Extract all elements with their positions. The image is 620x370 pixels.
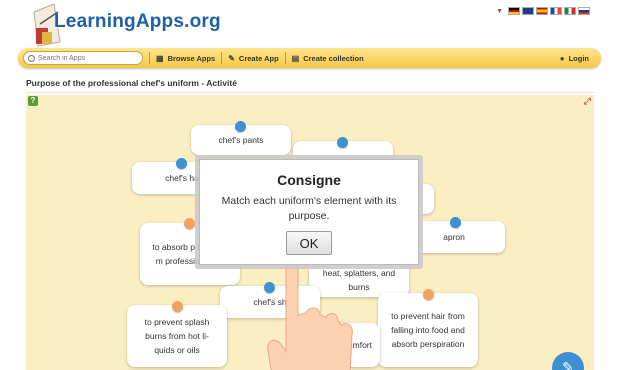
card-hair[interactable]: to prevent hair from falling into food a… (378, 293, 478, 367)
logo-text: LearningApps.org (54, 11, 221, 32)
connector-dot[interactable] (423, 289, 434, 300)
dialog-title: Consigne (277, 172, 341, 188)
search-box[interactable] (23, 51, 143, 65)
dialog-text: Match each uniform's element with its pu… (221, 195, 397, 222)
flag-fr-icon[interactable] (550, 7, 562, 15)
flag-ru-icon[interactable] (578, 7, 590, 15)
connector-dot[interactable] (172, 301, 183, 312)
search-icon (28, 54, 35, 62)
instruction-dialog: Consigne Match each uniform's element wi… (199, 159, 419, 265)
pencil-icon: ✎ (228, 53, 235, 63)
card-label: chef's pants (218, 135, 264, 145)
flag-en-icon[interactable] (522, 7, 534, 15)
search-input[interactable] (38, 54, 138, 62)
connector-dot[interactable] (450, 217, 461, 228)
flag-de-icon[interactable] (508, 7, 520, 15)
create-collection-label: Create collection (303, 53, 364, 63)
card-label: apron (443, 232, 465, 242)
connector-dot[interactable] (235, 121, 246, 132)
create-app-button[interactable]: ✎ Create App (228, 54, 278, 63)
dialog-overlay: Consigne Match each uniform's element wi… (195, 155, 423, 269)
card-splash[interactable]: to prevent splash burns from hot li-quid… (127, 305, 227, 367)
card-label: to prevent hair from falling into food a… (391, 311, 465, 349)
create-app-label: Create App (238, 53, 279, 63)
collection-icon: ▤ (291, 53, 300, 63)
card-label: chef's ha (165, 173, 199, 183)
learningapps-page: LearningApps.org ▼ ▦ Browse Apps ✎ Creat… (0, 0, 620, 370)
site-logo[interactable]: LearningApps.org (28, 0, 228, 50)
ok-button[interactable]: OK (286, 231, 332, 255)
login-button[interactable]: ● Login (560, 54, 589, 63)
page-title: Purpose of the professional chef's unifo… (26, 78, 237, 88)
browse-apps-label: Browse Apps (167, 53, 216, 63)
help-icon[interactable]: ? (28, 96, 38, 106)
grid-icon: ▦ (156, 53, 164, 63)
flag-es-icon[interactable] (536, 7, 548, 15)
user-icon: ● (559, 53, 565, 63)
connector-dot[interactable] (176, 158, 187, 169)
card-label: to prevent splash burns from hot li-quid… (144, 317, 210, 355)
flag-it-icon[interactable] (564, 7, 576, 15)
title-divider (26, 92, 594, 93)
create-collection-button[interactable]: ▤ Create collection (292, 54, 364, 63)
connector-dot[interactable] (184, 218, 195, 229)
language-selector[interactable]: ▼ (496, 7, 590, 15)
pointing-hand-icon (267, 260, 353, 370)
login-label: Login (568, 53, 589, 63)
dropdown-arrow-icon[interactable]: ▼ (496, 8, 503, 15)
toolbar-divider (284, 52, 286, 64)
connector-dot[interactable] (337, 137, 348, 148)
main-toolbar: ▦ Browse Apps ✎ Create App ▤ Create coll… (18, 48, 601, 68)
toolbar-divider (221, 52, 223, 64)
browse-apps-button[interactable]: ▦ Browse Apps (156, 54, 215, 63)
action-button[interactable]: ✎ (552, 352, 584, 370)
toolbar-divider (149, 52, 150, 64)
fullscreen-icon[interactable]: ⤢ (584, 96, 591, 107)
